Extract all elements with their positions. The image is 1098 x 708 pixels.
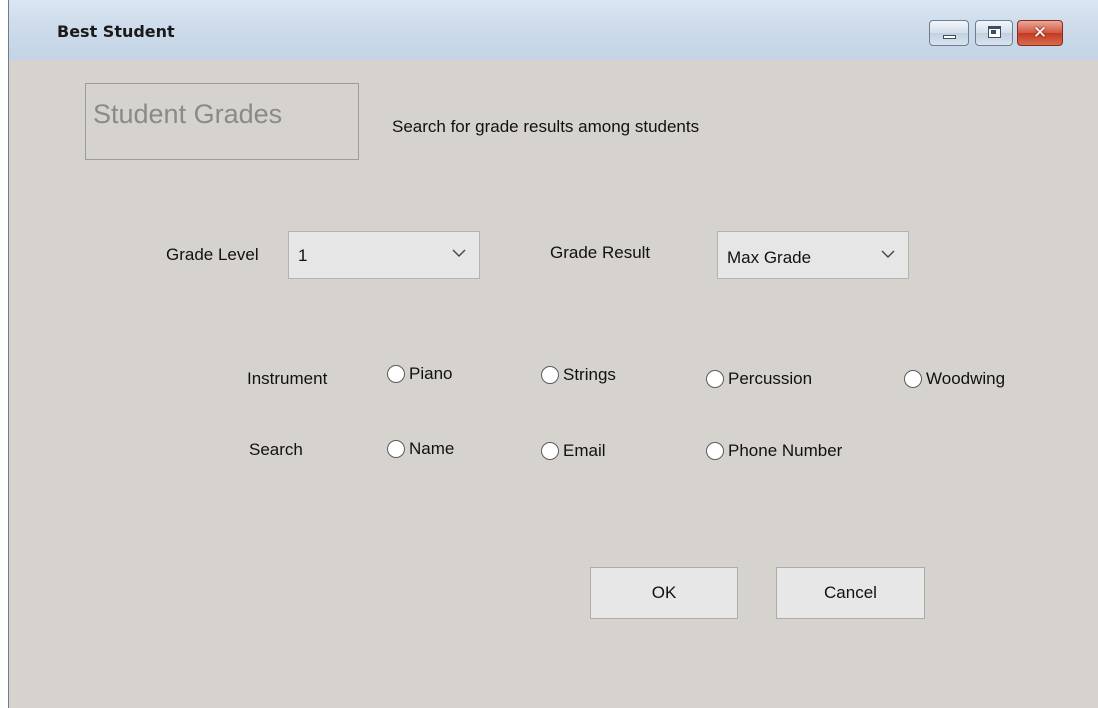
dialog-window: Best Student ✕ Student Grades Search for…: [8, 0, 1098, 708]
ok-button[interactable]: OK: [590, 567, 738, 619]
grade-level-select[interactable]: 1: [288, 231, 480, 279]
heading-panel: Student Grades: [85, 83, 359, 160]
title-bar[interactable]: Best Student ✕: [9, 0, 1098, 60]
radio-circle[interactable]: [706, 442, 724, 460]
radio-label: Piano: [409, 364, 453, 383]
minimize-icon: [943, 35, 956, 39]
radio-circle[interactable]: [541, 442, 559, 460]
cancel-button[interactable]: Cancel: [776, 567, 925, 619]
grade-result-value: Max Grade: [727, 248, 812, 267]
instrument-label: Instrument: [247, 369, 328, 388]
grade-result-select[interactable]: Max Grade: [717, 231, 909, 279]
radio-label: Strings: [563, 365, 616, 384]
radio-circle[interactable]: [706, 370, 724, 388]
radio-label: Phone Number: [728, 441, 843, 460]
search-label: Search: [249, 440, 303, 459]
minimize-button[interactable]: [929, 20, 969, 46]
maximize-button[interactable]: [975, 20, 1013, 46]
chevron-down-icon: [452, 249, 466, 257]
grade-level-label: Grade Level: [166, 245, 259, 264]
maximize-icon: [988, 26, 1001, 38]
page-description: Search for grade results among students: [392, 117, 700, 136]
window-title: Best Student: [57, 22, 175, 41]
close-button[interactable]: ✕: [1017, 20, 1063, 46]
grade-level-value: 1: [298, 246, 308, 265]
radio-label: Name: [409, 439, 455, 458]
radio-circle[interactable]: [541, 366, 559, 384]
radio-label: Woodwing: [926, 369, 1006, 388]
chevron-down-icon: [881, 250, 895, 258]
radio-label: Percussion: [728, 369, 813, 388]
close-icon: ✕: [1032, 23, 1048, 43]
radio-circle[interactable]: [387, 365, 405, 383]
grade-result-label: Grade Result: [550, 243, 651, 262]
radio-label: Email: [563, 441, 606, 460]
radio-circle[interactable]: [904, 370, 922, 388]
radio-circle[interactable]: [387, 440, 405, 458]
page-title: Student Grades: [93, 99, 283, 129]
